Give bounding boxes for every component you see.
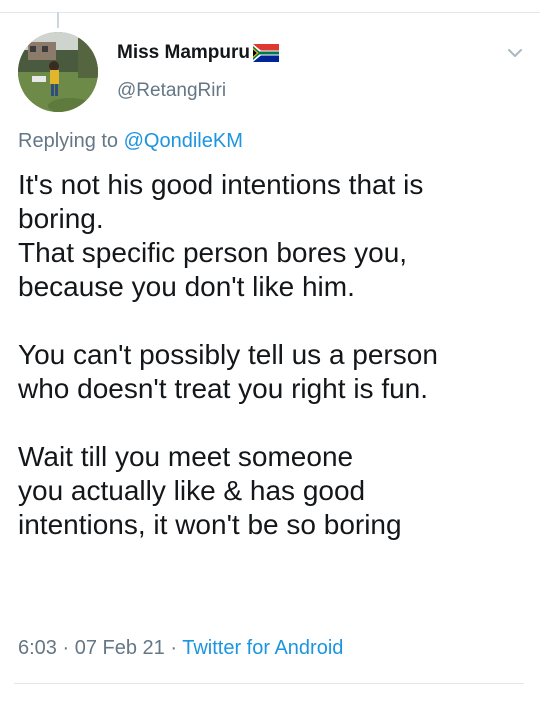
tweet-text: It's not his good intentions that is bor… xyxy=(18,168,528,542)
tweet-meta-row: 6:03 · 07 Feb 21 · Twitter for Android xyxy=(18,637,343,660)
meta-separator: · xyxy=(56,637,75,659)
tweet-blank-line xyxy=(18,406,528,440)
author-display-name[interactable]: Miss Mampuru xyxy=(117,42,250,64)
bottom-divider xyxy=(14,683,524,684)
tweet-line: You can't possibly tell us a person xyxy=(18,339,438,370)
south-africa-flag-icon xyxy=(253,44,280,62)
author-handle[interactable]: @RetangRiri xyxy=(117,80,226,102)
avatar-image xyxy=(18,32,98,112)
top-divider xyxy=(0,12,540,13)
tweet-time[interactable]: 6:03 xyxy=(18,637,57,659)
tweet-line: boring. xyxy=(18,203,104,234)
chevron-down-icon[interactable] xyxy=(506,46,524,58)
tweet-line: It's not his good intentions that is xyxy=(18,169,424,200)
tweet-line: intentions, it won't be so boring xyxy=(18,509,402,540)
tweet-date[interactable]: 07 Feb 21 xyxy=(75,637,165,659)
meta-separator: · xyxy=(164,637,183,659)
tweet-line: Wait till you meet someone xyxy=(18,441,354,472)
tweet-line: because you don't like him. xyxy=(18,271,355,302)
replying-to-line: Replying to @QondileKM xyxy=(18,130,243,153)
reply-mention-link[interactable]: @QondileKM xyxy=(124,130,243,152)
avatar[interactable] xyxy=(18,32,98,112)
thread-connector-line xyxy=(57,12,59,28)
tweet-line: who doesn't treat you right is fun. xyxy=(18,373,429,404)
tweet-source-link[interactable]: Twitter for Android xyxy=(182,637,343,659)
tweet-blank-line xyxy=(18,304,528,338)
tweet-line: you actually like & has good xyxy=(18,475,366,506)
author-name-row[interactable]: Miss Mampuru xyxy=(117,42,280,64)
replying-to-label: Replying to xyxy=(18,130,124,152)
tweet-line: That specific person bores you, xyxy=(18,237,408,268)
